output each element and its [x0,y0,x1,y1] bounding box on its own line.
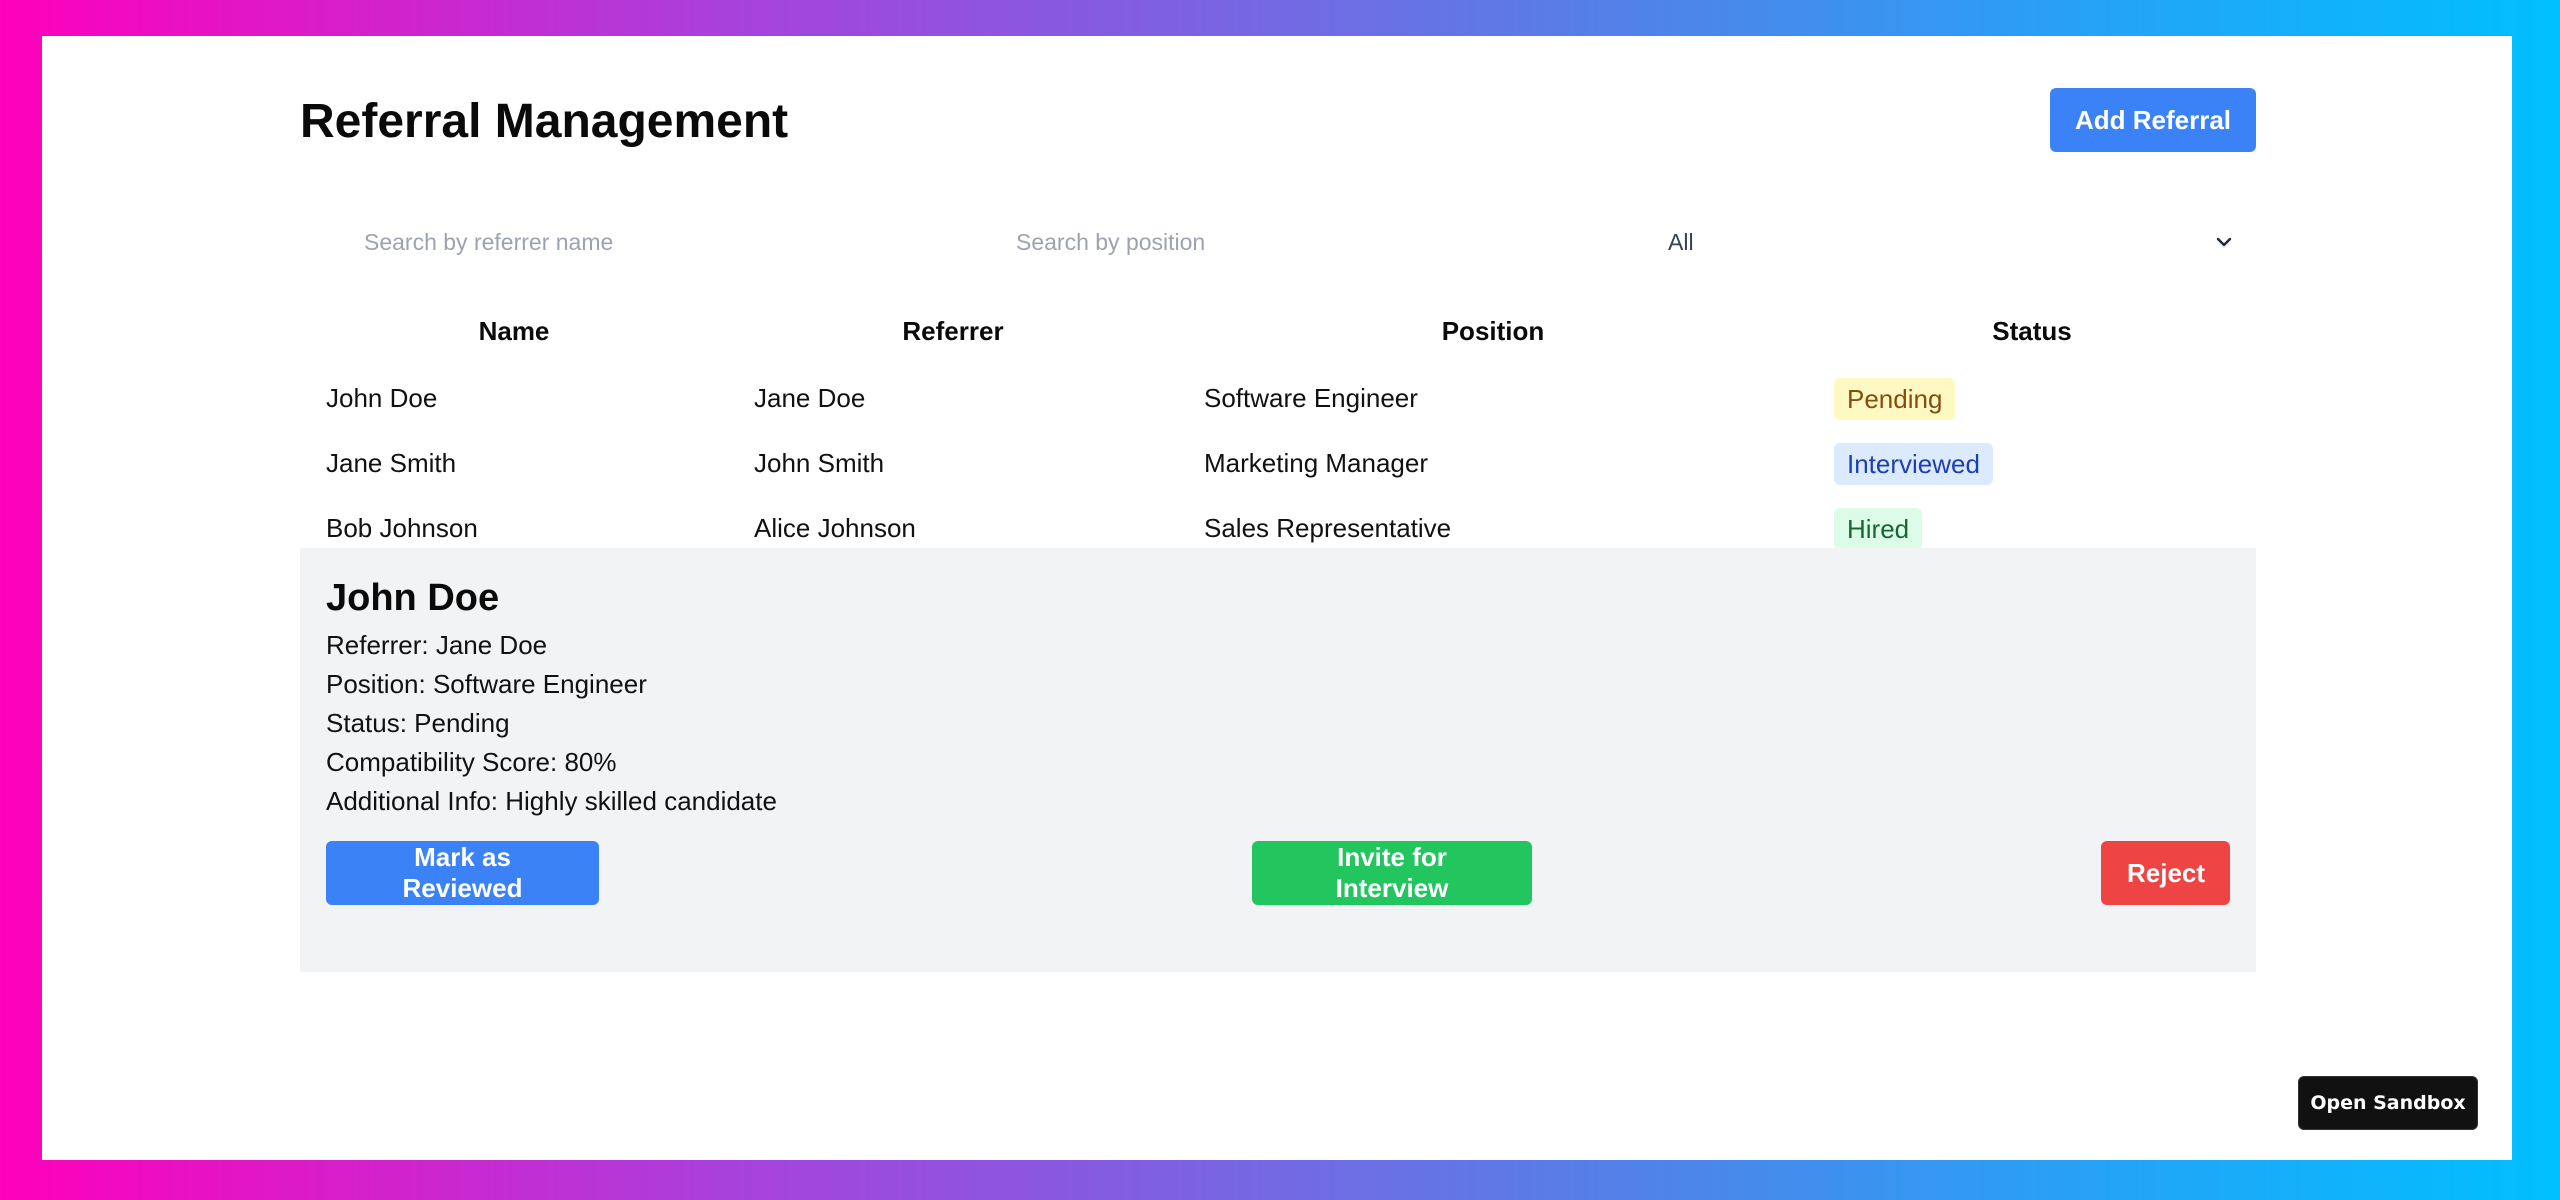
referral-detail-panel: John Doe Referrer: Jane Doe Position: So… [300,548,2256,972]
column-header-position: Position [1441,315,1545,346]
detail-info: Referrer: Jane Doe Position: Software En… [326,626,777,821]
detail-info-label: Additional Info: [326,786,499,816]
mark-reviewed-button[interactable]: Mark as Reviewed [326,841,599,905]
row-name: Jane Smith [326,448,457,478]
chevron-down-icon [2216,237,2232,247]
detail-referrer-label: Referrer: [326,630,429,660]
referrer-search-input[interactable] [300,210,952,274]
page-header: Referral Management Add Referral [300,88,2256,156]
table-row[interactable]: John Doe Jane Doe Software Engineer Pend… [300,366,2256,431]
page-title: Referral Management [300,95,789,148]
row-position: Marketing Manager [1204,448,1428,478]
detail-score-value: 80% [564,747,617,777]
row-referrer: John Smith [754,448,885,478]
referrals-table: Name Referrer Position Status John Doe J… [300,296,2256,561]
status-badge: Interviewed [1834,442,1993,485]
table-row[interactable]: Jane Smith John Smith Marketing Manager … [300,431,2256,496]
detail-referrer-value: Jane Doe [435,630,548,660]
row-referrer: Jane Doe [754,383,866,413]
detail-position-label: Position: [326,669,426,699]
column-header-referrer: Referrer [902,315,1004,346]
filter-bar: All [300,210,2256,274]
add-referral-button[interactable]: Add Referral [2050,88,2256,152]
detail-status-label: Status: [326,708,407,738]
detail-status: Status: Pending [326,704,777,743]
table-header-row: Name Referrer Position Status [300,296,2256,366]
status-badge: Hired [1834,507,1923,550]
detail-status-value: Pending [414,708,510,738]
detail-score-label: Compatibility Score: [326,747,558,777]
invite-interview-button[interactable]: Invite for Interview [1252,841,1532,905]
row-status-cell: Pending [1808,366,2256,431]
row-status-cell: Interviewed [1808,431,2256,496]
detail-additional-info: Additional Info: Highly skilled candidat… [326,782,777,821]
open-sandbox-button[interactable]: Open Sandbox [2298,1076,2478,1130]
status-filter-value: All [1668,228,1694,255]
row-name: John Doe [326,383,438,413]
detail-position-value: Software Engineer [432,669,647,699]
status-filter-select[interactable]: All [1604,210,2256,274]
detail-info-value: Highly skilled candidate [505,786,777,816]
column-header-name: Name [478,315,550,346]
app-frame: Referral Management Add Referral All Nam… [42,36,2512,1160]
detail-score: Compatibility Score: 80% [326,743,777,782]
reject-button[interactable]: Reject [2101,841,2230,905]
column-header-status: Status [1992,315,2072,346]
detail-position: Position: Software Engineer [326,665,777,704]
detail-referrer: Referrer: Jane Doe [326,626,777,665]
position-search-input[interactable] [952,210,1604,274]
status-badge: Pending [1834,377,1956,420]
detail-candidate-name: John Doe [326,577,500,619]
row-position: Software Engineer [1204,383,1418,413]
